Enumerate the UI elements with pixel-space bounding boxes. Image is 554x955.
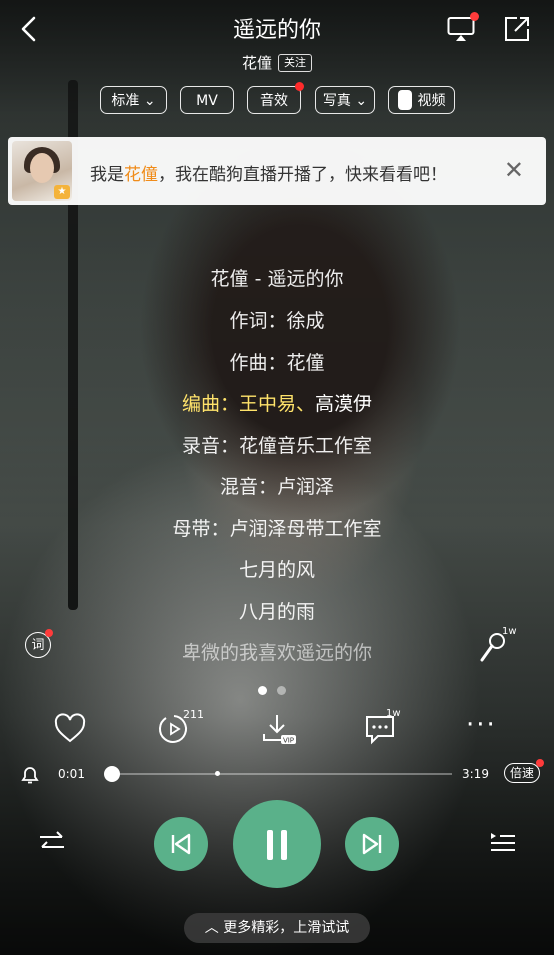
lyric-line: 作曲：花僮	[229, 352, 325, 374]
action-bar: 211 VIP 1w ···	[0, 708, 554, 752]
share-button[interactable]	[503, 15, 531, 43]
pause-icon-bar	[281, 830, 287, 860]
svg-text:VIP: VIP	[283, 737, 294, 745]
speed-button[interactable]: 倍速	[504, 759, 545, 783]
lyric-line: 录音：花僮音乐工作室	[181, 435, 372, 457]
lyric-line: 八月的雨	[238, 601, 315, 623]
share-icon	[505, 17, 529, 41]
karaoke-count: 1w	[502, 626, 517, 637]
bell-icon	[21, 767, 39, 784]
cast-button[interactable]	[447, 12, 479, 42]
effect-label: 音效	[260, 93, 288, 109]
progress-row: 0:01 3:19 倍速	[0, 759, 554, 786]
seek-bar[interactable]	[104, 766, 452, 782]
swipe-up-label: 更多精彩，上滑试试	[223, 920, 350, 936]
lyric-unsung-part: 高漠伊	[315, 393, 373, 415]
seek-knob[interactable]	[104, 766, 120, 782]
speed-badge	[536, 759, 545, 767]
skip-next-icon	[362, 833, 382, 855]
photo-label: 写真	[322, 93, 351, 109]
more-options-icon[interactable]: ···	[466, 712, 502, 748]
banner-artist-name: 花僮	[124, 165, 158, 185]
page-dot-active	[258, 686, 267, 695]
playback-controls	[0, 800, 554, 890]
shuffle-icon	[40, 831, 64, 848]
toggle-switch-icon	[397, 90, 412, 110]
like-button[interactable]	[53, 712, 89, 748]
follow-button[interactable]: 关注	[278, 54, 312, 72]
pause-button[interactable]	[233, 800, 321, 888]
artist-line: 花僮 关注	[0, 52, 554, 73]
alarm-button[interactable]	[19, 764, 41, 786]
chevron-down-icon: ⌄	[355, 93, 368, 109]
star-badge-icon: ★	[54, 185, 70, 199]
comment-count: 1w	[386, 708, 401, 719]
lyric-line-current: 编曲：王中易、高漠伊	[0, 389, 554, 416]
play-mode-button[interactable]	[38, 830, 66, 854]
lyric-line: 七月的风	[238, 559, 315, 581]
effect-badge	[295, 82, 304, 91]
effect-chip[interactable]: 音效	[247, 82, 304, 114]
header: 遥远的你 花僮 关注	[0, 0, 554, 80]
playlist-icon	[491, 833, 515, 851]
close-icon[interactable]: ✕	[504, 157, 524, 183]
download-vip-icon: VIP	[263, 715, 296, 745]
banner-text: 我是花僮，我在酷狗直播开播了，快来看看吧！	[90, 160, 447, 185]
mv-chip[interactable]: MV	[180, 86, 234, 114]
page-indicator	[258, 680, 296, 699]
lyric-line: 混音：卢润泽	[219, 476, 334, 498]
lyrics-mode-button[interactable]: 词	[25, 629, 53, 658]
banner-suffix: ，我在酷狗直播开播了，快来看看吧！	[158, 165, 447, 185]
lyric-line: 母带：卢润泽母带工作室	[172, 518, 382, 540]
option-chips: 标准 ⌄ MV 音效 写真 ⌄ 视频	[0, 82, 554, 116]
artist-avatar: ★	[12, 141, 72, 201]
page-dot	[277, 686, 286, 695]
photo-chip[interactable]: 写真 ⌄	[315, 86, 375, 114]
heart-icon	[54, 713, 86, 743]
next-button[interactable]	[345, 817, 399, 871]
lyric-line: 卑微的我喜欢遥远的你	[181, 642, 372, 664]
cast-badge	[470, 12, 479, 21]
skip-previous-icon	[171, 833, 191, 855]
video-label: 视频	[417, 93, 446, 109]
lyric-line: 花僮 - 遥远的你	[210, 268, 344, 290]
artist-name[interactable]: 花僮	[242, 54, 272, 72]
live-banner[interactable]: ★ 我是花僮，我在酷狗直播开播了，快来看看吧！ ✕	[8, 137, 546, 205]
lyrics-badge	[45, 629, 53, 637]
lyric-sung-part: 编曲：王中易、	[181, 393, 315, 415]
chevron-down-icon: ⌄	[143, 93, 156, 109]
elapsed-time: 0:01	[58, 767, 85, 781]
download-button[interactable]: VIP	[261, 712, 297, 748]
karaoke-button[interactable]: 1w	[478, 626, 517, 664]
mv-label: MV	[196, 93, 218, 109]
swipe-up-hint[interactable]: ︿ 更多精彩，上滑试试	[184, 913, 370, 943]
quality-chip[interactable]: 标准 ⌄	[100, 86, 167, 114]
listen-count: 211	[183, 708, 204, 721]
video-toggle-chip[interactable]: 视频	[388, 86, 455, 114]
banner-prefix: 我是	[90, 165, 124, 185]
speed-label: 倍速	[510, 766, 535, 780]
lyrics-icon: 词	[31, 638, 45, 653]
listen-count-button[interactable]: 211	[157, 708, 204, 748]
lyric-line: 作词：徐成	[229, 310, 325, 332]
previous-button[interactable]	[154, 817, 208, 871]
playlist-button[interactable]	[489, 830, 517, 854]
total-time: 3:19	[462, 767, 489, 781]
chevron-up-icon: ︿	[204, 920, 219, 936]
pause-icon	[267, 830, 273, 860]
avatar-face	[30, 153, 54, 183]
quality-label: 标准	[111, 93, 140, 109]
seek-marker	[215, 771, 220, 776]
comment-button[interactable]: 1w	[364, 708, 401, 748]
